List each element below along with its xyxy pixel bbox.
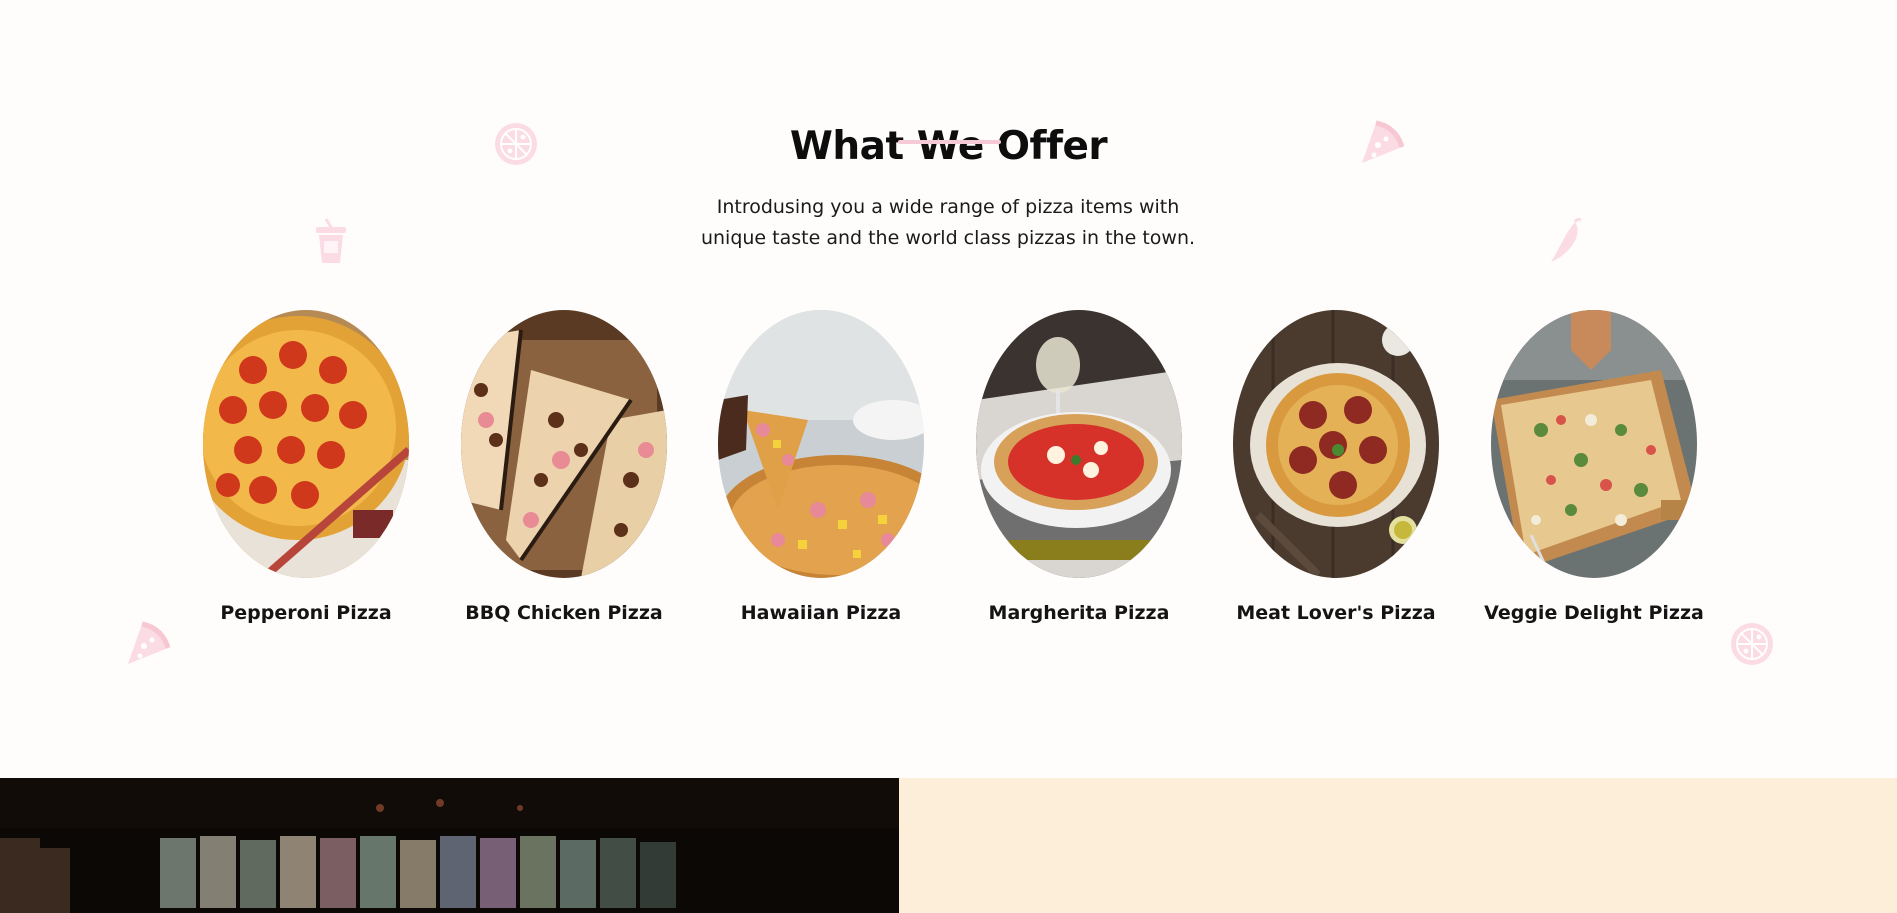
pizza-photo: [1233, 310, 1439, 578]
pizza-name: Meat Lover's Pizza: [1236, 602, 1436, 624]
pizza-card-margherita[interactable]: Margherita Pizza: [976, 310, 1182, 630]
section-title: What We Offer: [789, 124, 1108, 170]
pizza-card-hawaiian[interactable]: Hawaiian Pizza: [718, 310, 924, 630]
subtitle-line: Introdusing you a wide range of pizza it…: [716, 196, 1180, 218]
chili-icon: [1551, 218, 1582, 262]
subtitle-line: unique taste and the world class pizzas …: [700, 227, 1196, 249]
restaurant-photo-banner: [0, 778, 899, 913]
what-we-offer-section: What We Offer Introdusing you a wide ran…: [0, 0, 1897, 778]
pizza-name: Margherita Pizza: [988, 602, 1170, 624]
cream-panel: [899, 778, 1897, 913]
pizza-photo: [1491, 310, 1697, 578]
pizza-list: Pepperoni Pizza BBQ Chicken Pizza Hawaii…: [0, 310, 1897, 630]
pizza-photo: [718, 310, 924, 578]
pizza-name: Hawaiian Pizza: [740, 602, 902, 624]
pizza-photo: [976, 310, 1182, 578]
pizza-name: Pepperoni Pizza: [220, 602, 392, 624]
pizza-name: BBQ Chicken Pizza: [465, 602, 663, 624]
pizza-card-bbq-chicken[interactable]: BBQ Chicken Pizza: [461, 310, 667, 630]
pizza-card-pepperoni[interactable]: Pepperoni Pizza: [203, 310, 409, 630]
pizza-card-meat-lovers[interactable]: Meat Lover's Pizza: [1233, 310, 1439, 630]
section-subtitle: Introdusing you a wide range of pizza it…: [648, 192, 1248, 254]
drink-cup-icon: [316, 218, 346, 263]
pizza-card-veggie-delight[interactable]: Veggie Delight Pizza: [1484, 310, 1704, 630]
pizza-name: Veggie Delight Pizza: [1484, 602, 1704, 624]
pizza-photo: [203, 310, 409, 578]
title-underline: [898, 140, 1001, 144]
pizza-photo: [461, 310, 667, 578]
